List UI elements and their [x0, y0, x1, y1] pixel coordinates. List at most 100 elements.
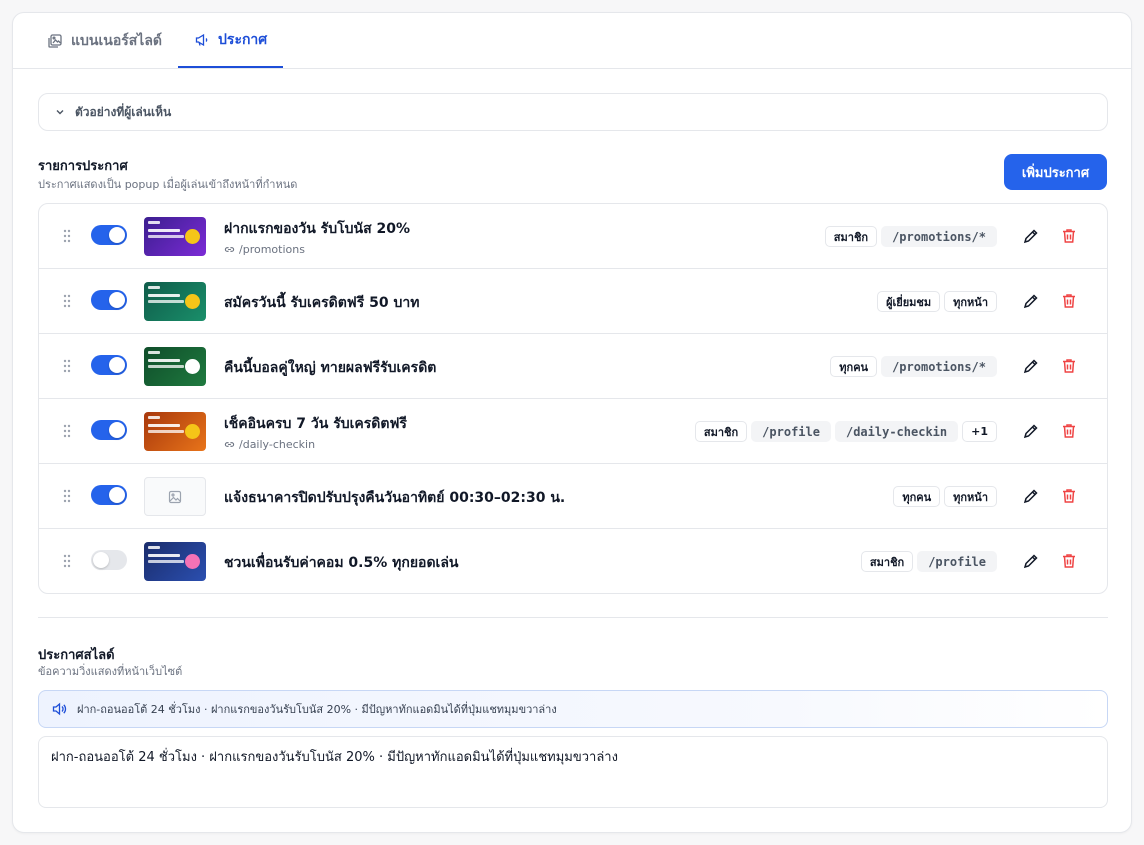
delete-icon[interactable]: [1060, 487, 1078, 505]
announcement-thumbnail: [144, 217, 206, 256]
announcement-thumbnail: [144, 282, 206, 321]
toggle-knob: [109, 487, 125, 503]
announcement-row: สมัครวันนี้ รับเครดิตฟรี 50 บาท ผู้เยี่ย…: [39, 269, 1107, 334]
edit-icon[interactable]: [1022, 357, 1040, 375]
announcement-info: ชวนเพื่อนรับค่าคอม 0.5% ทุกยอดเล่น: [224, 552, 458, 574]
edit-icon[interactable]: [1022, 227, 1040, 245]
image-placeholder-icon: [168, 490, 182, 503]
ticker-text-input[interactable]: ฝาก-ถอนออโต้ 24 ชั่วโมง · ฝากแรกของวันรั…: [38, 736, 1108, 808]
delete-icon[interactable]: [1060, 422, 1078, 440]
section-divider: [38, 617, 1108, 618]
tab-announcements[interactable]: ประกาศ: [178, 13, 284, 68]
announcement-link: /promotions: [224, 243, 410, 256]
delete-icon[interactable]: [1060, 227, 1078, 245]
drag-handle-icon[interactable]: [63, 424, 71, 438]
toggle-knob: [109, 422, 125, 438]
edit-icon[interactable]: [1022, 487, 1040, 505]
announcement-thumbnail: [144, 542, 206, 581]
announcement-link-text: /daily-checkin: [239, 438, 316, 451]
enable-toggle[interactable]: [91, 355, 127, 375]
delete-icon[interactable]: [1060, 552, 1078, 570]
link-icon: [224, 442, 235, 447]
announcement-title: คืนนี้บอลคู่ใหญ่ ทายผลฟรีรับเครดิต: [224, 360, 437, 376]
announcement-thumbnail-placeholder: [144, 477, 206, 516]
announcement-list: ฝากแรกของวัน รับโบนัส 20% /promotions สม…: [38, 203, 1108, 594]
announcement-badges: สมาชิก/profile/daily-checkin +1: [694, 421, 997, 442]
announcement-title: สมัครวันนี้ รับเครดิตฟรี 50 บาท: [224, 295, 420, 311]
audience-badge: ทุกคน: [830, 356, 878, 377]
announcement-badges: สมาชิก/profile: [860, 551, 997, 572]
audience-badge: +1: [962, 421, 997, 442]
announcement-badges: ทุกคน ทุกหน้า: [893, 486, 997, 507]
toggle-knob: [109, 227, 125, 243]
enable-toggle[interactable]: [91, 420, 127, 440]
announcement-list-subtitle: ประกาศแสดงเป็น popup เมื่อผู้เล่นเข้าถึง…: [38, 178, 298, 191]
megaphone-icon: [195, 33, 208, 46]
preview-label: ตัวอย่างที่ผู้เล่นเห็น: [75, 104, 172, 119]
announcement-info: คืนนี้บอลคู่ใหญ่ ทายผลฟรีรับเครดิต: [224, 357, 436, 379]
edit-icon[interactable]: [1022, 552, 1040, 570]
delete-icon[interactable]: [1060, 357, 1078, 375]
announcement-row: แจ้งธนาคารปิดปรับปรุงคืนวันอาทิตย์ 00:30…: [39, 464, 1107, 529]
announcement-badges: ผู้เยี่ยมชม ทุกหน้า: [877, 291, 997, 312]
audience-badge: สมาชิก: [860, 551, 914, 572]
path-badge: /profile: [751, 421, 831, 442]
announcement-thumbnail: [144, 412, 206, 451]
edit-icon[interactable]: [1022, 292, 1040, 310]
announcement-info: เช็คอินครบ 7 วัน รับเครดิตฟรี /daily-che…: [224, 413, 407, 451]
announcement-thumbnail: [144, 347, 206, 386]
announcement-title: ฝากแรกของวัน รับโบนัส 20%: [224, 221, 410, 237]
ticker-preview-text: ฝาก-ถอนออโต้ 24 ชั่วโมง · ฝากแรกของวันรั…: [77, 703, 557, 716]
path-badge: /promotions/*: [881, 356, 997, 377]
announcement-row: คืนนี้บอลคู่ใหญ่ ทายผลฟรีรับเครดิต ทุกคน…: [39, 334, 1107, 399]
ticker-subtitle: ข้อความวิ่งแสดงที่หน้าเว็บไซต์: [38, 665, 183, 678]
announcement-link: /daily-checkin: [224, 438, 407, 451]
drag-handle-icon[interactable]: [63, 489, 71, 503]
drag-handle-icon[interactable]: [63, 359, 71, 373]
path-badge: /profile: [917, 551, 997, 572]
ticker-preview: ฝาก-ถอนออโต้ 24 ชั่วโมง · ฝากแรกของวันรั…: [38, 690, 1108, 728]
speaker-icon: [52, 702, 67, 716]
enable-toggle[interactable]: [91, 485, 127, 505]
enable-toggle[interactable]: [91, 290, 127, 310]
tab-banner-slides[interactable]: แบนเนอร์สไลด์: [43, 13, 178, 68]
player-preview-toggle[interactable]: ตัวอย่างที่ผู้เล่นเห็น: [38, 93, 1108, 131]
toggle-knob: [93, 552, 109, 568]
announcement-badges: ทุกคน/promotions/*: [830, 356, 997, 377]
announcement-title: แจ้งธนาคารปิดปรับปรุงคืนวันอาทิตย์ 00:30…: [224, 490, 566, 506]
announcement-title: ชวนเพื่อนรับค่าคอม 0.5% ทุกยอดเล่น: [224, 555, 459, 571]
image-stack-icon: [48, 33, 62, 48]
announcement-row: เช็คอินครบ 7 วัน รับเครดิตฟรี /daily-che…: [39, 399, 1107, 464]
announcement-list-title: รายการประกาศ: [38, 159, 128, 174]
add-announcement-button[interactable]: เพิ่มประกาศ: [1004, 154, 1107, 190]
tab-label: ประกาศ: [218, 31, 268, 48]
toggle-knob: [109, 357, 125, 373]
audience-badge: ทุกคน: [893, 486, 941, 507]
path-badge: /promotions/*: [881, 226, 997, 247]
audience-badge: ทุกหน้า: [944, 486, 997, 507]
announcements-panel: แบนเนอร์สไลด์ ประกาศ ตัวอย่างที่ผู้เล่นเ…: [12, 12, 1132, 833]
announcement-info: สมัครวันนี้ รับเครดิตฟรี 50 บาท: [224, 292, 419, 314]
chevron-down-icon: [56, 110, 64, 115]
drag-handle-icon[interactable]: [63, 554, 71, 568]
audience-badge: สมาชิก: [694, 421, 748, 442]
tab-label: แบนเนอร์สไลด์: [71, 32, 163, 49]
tab-bar: แบนเนอร์สไลด์ ประกาศ: [13, 13, 1131, 69]
path-badge: /daily-checkin: [834, 421, 959, 442]
drag-handle-icon[interactable]: [63, 294, 71, 308]
announcement-row: ชวนเพื่อนรับค่าคอม 0.5% ทุกยอดเล่น สมาชิ…: [39, 529, 1107, 593]
announcement-info: แจ้งธนาคารปิดปรับปรุงคืนวันอาทิตย์ 00:30…: [224, 487, 565, 509]
announcement-info: ฝากแรกของวัน รับโบนัส 20% /promotions: [224, 218, 410, 256]
delete-icon[interactable]: [1060, 292, 1078, 310]
audience-badge: ทุกหน้า: [944, 291, 997, 312]
toggle-knob: [109, 292, 125, 308]
announcement-link-text: /promotions: [239, 243, 305, 256]
announcement-badges: สมาชิก/promotions/*: [824, 226, 997, 247]
enable-toggle[interactable]: [91, 550, 127, 570]
enable-toggle[interactable]: [91, 225, 127, 245]
audience-badge: สมาชิก: [824, 226, 878, 247]
link-icon: [224, 247, 235, 252]
edit-icon[interactable]: [1022, 422, 1040, 440]
announcement-row: ฝากแรกของวัน รับโบนัส 20% /promotions สม…: [39, 204, 1107, 269]
drag-handle-icon[interactable]: [63, 229, 71, 243]
